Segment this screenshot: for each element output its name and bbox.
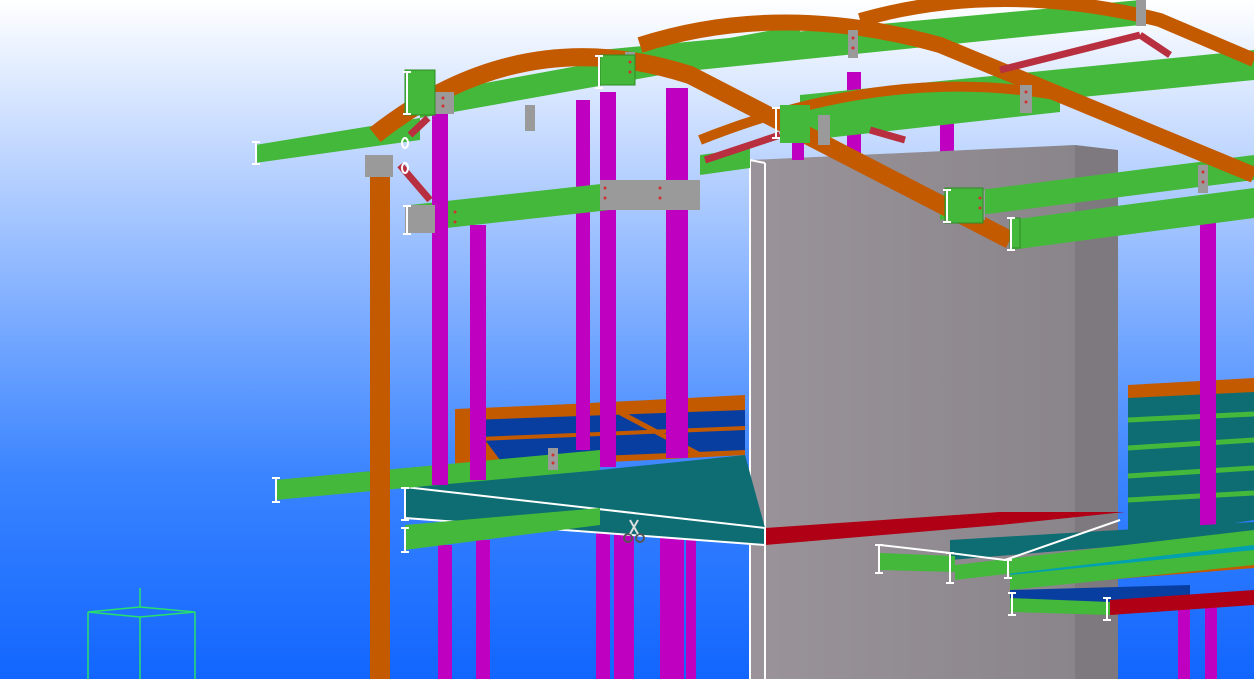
- model-canvas[interactable]: [0, 0, 1254, 679]
- round-column-left: [370, 175, 390, 679]
- model-viewport-3d[interactable]: [0, 0, 1254, 679]
- far-right-floor: [1127, 378, 1254, 540]
